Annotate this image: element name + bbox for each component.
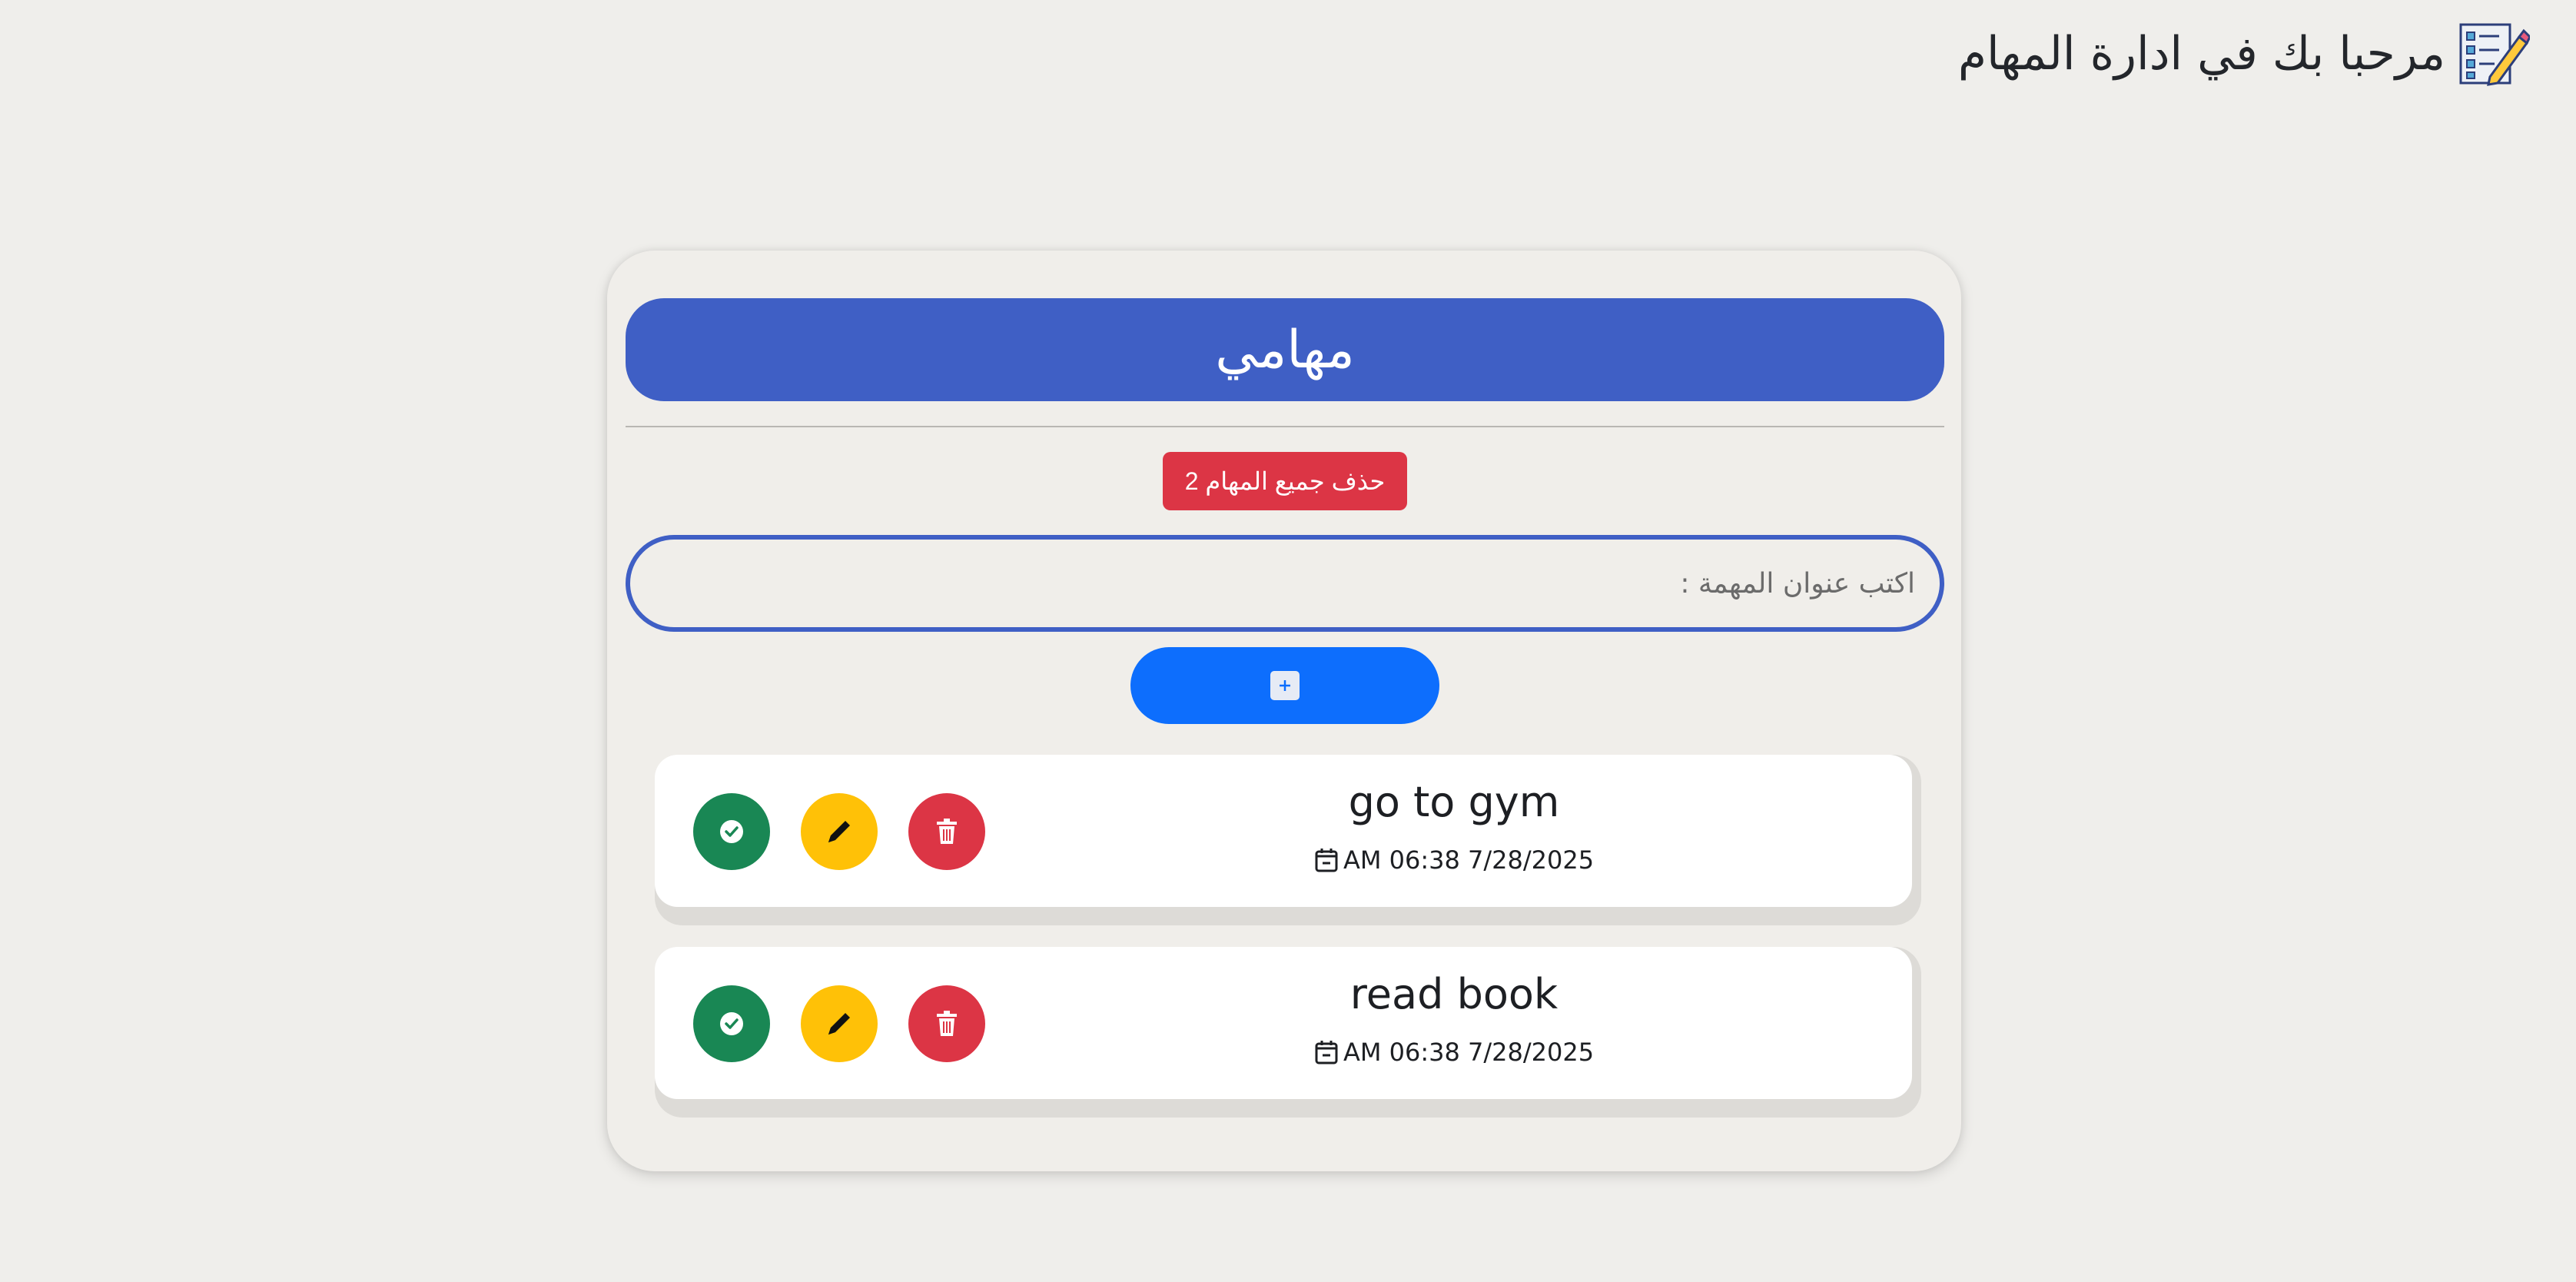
tasks-card: مهامي حذف جميع المهام 2 go to gym <box>607 251 1961 1171</box>
delete-task-button[interactable] <box>908 793 985 870</box>
trash-icon <box>937 1011 957 1036</box>
check-circle-icon <box>720 820 743 843</box>
trash-icon <box>937 819 957 844</box>
plus-square-icon <box>1270 671 1300 700</box>
card-title-bar: مهامي <box>626 298 1944 401</box>
card-title: مهامي <box>1215 319 1355 380</box>
task-title: read book <box>1349 970 1559 1018</box>
add-task-button[interactable] <box>1130 647 1439 724</box>
task-title-input[interactable] <box>626 535 1944 632</box>
task-card: go to gym AM 06:38 7/28/2025 <box>655 755 1912 907</box>
pencil-icon <box>828 1013 850 1035</box>
task-date: AM 06:38 7/28/2025 <box>1343 845 1595 875</box>
task-item: go to gym AM 06:38 7/28/2025 <box>655 755 1921 925</box>
delete-task-button[interactable] <box>908 985 985 1062</box>
check-circle-icon <box>720 1012 743 1035</box>
task-list-logo-icon <box>2459 23 2530 86</box>
task-card: read book AM 06:38 7/28/2025 <box>655 947 1912 1099</box>
divider <box>626 426 1944 427</box>
calendar-minus-icon <box>1315 1041 1338 1064</box>
edit-task-button[interactable] <box>801 793 878 870</box>
pencil-icon <box>828 821 850 842</box>
complete-task-button[interactable] <box>693 793 770 870</box>
task-title: go to gym <box>1348 778 1560 826</box>
task-date: AM 06:38 7/28/2025 <box>1343 1038 1595 1067</box>
task-item: read book AM 06:38 7/28/2025 <box>655 947 1921 1118</box>
delete-all-button[interactable]: حذف جميع المهام 2 <box>1163 452 1407 510</box>
page-header: مرحبا بك في ادارة المهام <box>1958 22 2530 86</box>
edit-task-button[interactable] <box>801 985 878 1062</box>
page-title: مرحبا بك في ادارة المهام <box>1957 27 2445 81</box>
complete-task-button[interactable] <box>693 985 770 1062</box>
calendar-minus-icon <box>1315 849 1338 872</box>
